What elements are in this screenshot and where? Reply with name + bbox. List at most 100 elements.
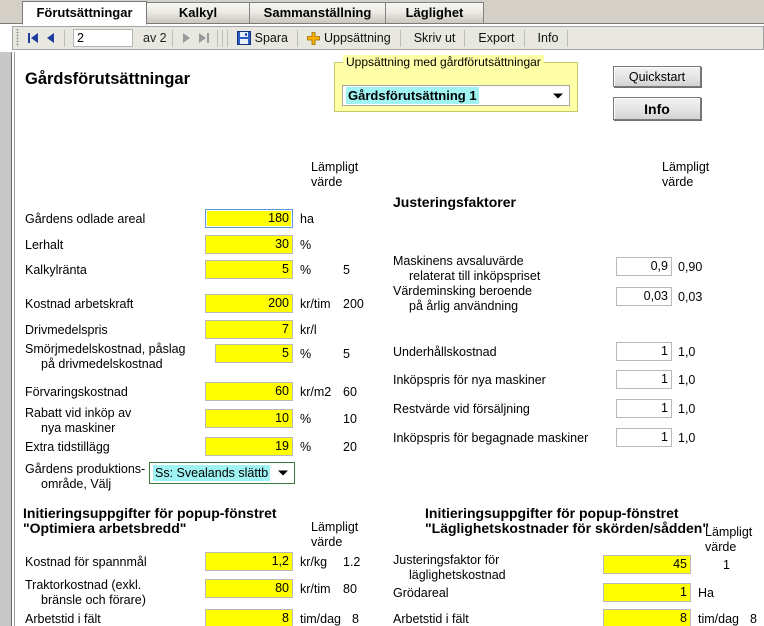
- field-label-line2: nya maskiner: [41, 421, 116, 435]
- suggested-value: 0,90: [678, 260, 703, 274]
- save-button[interactable]: Spara: [233, 28, 292, 48]
- used-machine-price-factor-input[interactable]: 1: [616, 428, 672, 447]
- field-unit: kr/tim: [300, 582, 331, 596]
- extra-time-supplement-input[interactable]: 19: [205, 437, 293, 456]
- resale-value-factor-input[interactable]: 0,9: [616, 257, 672, 276]
- toolbar-separator: [297, 29, 298, 47]
- toolbar-grip[interactable]: [15, 29, 22, 47]
- suggested-value: 8: [352, 612, 359, 626]
- chevron-down-icon: [553, 93, 563, 98]
- suggested-value: 1.2: [343, 555, 361, 569]
- suggested-value: 8: [750, 612, 757, 626]
- popup-right-title-line2: "Läglighetskostnader för skörden/sådden": [425, 520, 709, 536]
- maintenance-cost-factor-input[interactable]: 1: [616, 342, 672, 361]
- popup-left-title-line1: Initieringsuppgifter för popup-fönstret: [23, 505, 277, 521]
- tab-forutsattningar[interactable]: Förutsättningar: [22, 1, 147, 25]
- fuel-price-input[interactable]: 7: [205, 320, 293, 339]
- suggested-value: 1,0: [678, 345, 696, 359]
- tab-laglighet[interactable]: Läglighet: [385, 2, 484, 24]
- toolbar-separator: [171, 29, 173, 47]
- suggested-value: 200: [343, 297, 364, 311]
- crop-area-input[interactable]: 1: [603, 583, 691, 602]
- lubricant-surcharge-input[interactable]: 5: [215, 344, 293, 363]
- print-label: Skriv ut: [413, 31, 456, 45]
- field-unit: kr/m2: [300, 385, 332, 399]
- field-label-line2: läglighetskostnad: [409, 568, 506, 582]
- suggested-value: 1,0: [678, 431, 696, 445]
- toolbar-separator: [464, 29, 466, 47]
- first-page-icon[interactable]: [25, 29, 42, 47]
- field-label: Justeringsfaktor för: [393, 553, 500, 567]
- field-label: Kalkylränta: [25, 263, 87, 277]
- export-label: Export: [478, 31, 515, 45]
- field-label-line2: bränsle och förare): [41, 593, 146, 607]
- field-label: Förvaringskostnad: [25, 385, 128, 399]
- toolbar-separator: [567, 29, 569, 47]
- suitable-value-header-popup-left: Lämpligt värde: [311, 520, 359, 549]
- print-button[interactable]: Skriv ut: [406, 28, 460, 48]
- field-work-hours-right-input[interactable]: 8: [603, 609, 691, 626]
- save-label: Spara: [254, 31, 288, 45]
- field-label: Inköpspris för nya maskiner: [393, 373, 546, 387]
- field-label-line2: på årlig användning: [409, 299, 519, 313]
- info-side-button[interactable]: Info: [613, 97, 701, 120]
- suggested-value: 1: [723, 558, 730, 572]
- popup-left-title-line2: "Optimiera arbetsbredd": [23, 520, 187, 536]
- quickstart-button[interactable]: Quickstart: [613, 66, 701, 87]
- page-number-input[interactable]: 2: [73, 29, 133, 47]
- new-setup-label: Uppsättning: [324, 31, 391, 45]
- save-disk-icon: [236, 31, 251, 45]
- field-unit: %: [300, 440, 312, 454]
- residual-value-factor-input[interactable]: 1: [616, 399, 672, 418]
- toolbar-separator: [399, 29, 401, 47]
- field-label: Smörjmedelskostnad, påslag: [25, 342, 186, 356]
- production-area-label-line2: område, Välj: [41, 477, 112, 491]
- field-unit: Ha: [698, 586, 714, 600]
- interest-rate-input[interactable]: 5: [205, 260, 293, 279]
- last-page-icon[interactable]: [195, 29, 212, 47]
- field-unit: kr/tim: [300, 297, 331, 311]
- suitable-value-header-popup-right: Lämpligt värde: [705, 525, 753, 554]
- info-button[interactable]: Info: [530, 28, 563, 48]
- suggested-value: 5: [343, 263, 350, 277]
- tractor-cost-input[interactable]: 80: [205, 579, 293, 598]
- field-label: Kostnad arbetskraft: [25, 297, 134, 311]
- labour-cost-input[interactable]: 200: [205, 294, 293, 313]
- grain-cost-input[interactable]: 1,2: [205, 552, 293, 571]
- new-machine-discount-input[interactable]: 10: [205, 409, 293, 428]
- field-label: Arbetstid i fält: [393, 612, 469, 626]
- report-canvas: Gårdsförutsättningar Uppsättning med går…: [15, 52, 764, 626]
- production-area-value: Ss: Svealands slättb: [153, 465, 271, 481]
- chevron-down-icon: [278, 470, 288, 476]
- field-unit: %: [300, 347, 312, 361]
- suggested-value: 1,0: [678, 373, 696, 387]
- next-page-icon[interactable]: [178, 29, 195, 47]
- tab-sammanstallning[interactable]: Sammanställning: [249, 2, 386, 24]
- new-setup-button[interactable]: Uppsättning: [303, 28, 395, 48]
- clay-content-input[interactable]: 30: [205, 235, 293, 254]
- timeliness-factor-input[interactable]: 45: [603, 555, 691, 574]
- field-work-hours-input[interactable]: 8: [205, 609, 293, 626]
- export-button[interactable]: Export: [470, 28, 518, 48]
- adjustment-factors-title: Justeringsfaktorer: [393, 194, 516, 210]
- previous-page-icon[interactable]: [42, 29, 59, 47]
- field-label: Lerhalt: [25, 238, 64, 252]
- toolbar-separator: [523, 29, 525, 47]
- field-label: Rabatt vid inköp av: [25, 406, 132, 420]
- new-machine-price-factor-input[interactable]: 1: [616, 370, 672, 389]
- field-unit: %: [300, 263, 312, 277]
- production-area-combobox[interactable]: Ss: Svealands slättb: [149, 462, 295, 484]
- toolbar: 2 av 2 Spara Uppsättning Skriv ut Export…: [12, 26, 764, 50]
- page-left-margin: [0, 52, 11, 626]
- field-unit: ha: [300, 212, 314, 226]
- depreciation-factor-input[interactable]: 0,03: [616, 287, 672, 306]
- field-label: Traktorkostnad (exkl.: [25, 578, 142, 592]
- storage-cost-input[interactable]: 60: [205, 382, 293, 401]
- farm-area-input[interactable]: 180: [205, 209, 293, 228]
- suggested-value: 5: [343, 347, 350, 361]
- setup-combobox[interactable]: Gårdsförutsättning 1: [342, 85, 570, 106]
- tab-kalkyl[interactable]: Kalkyl: [146, 2, 250, 24]
- field-label: Inköpspris för begagnade maskiner: [393, 431, 589, 445]
- field-label: Underhållskostnad: [393, 345, 497, 359]
- suggested-value: 0,03: [678, 290, 703, 304]
